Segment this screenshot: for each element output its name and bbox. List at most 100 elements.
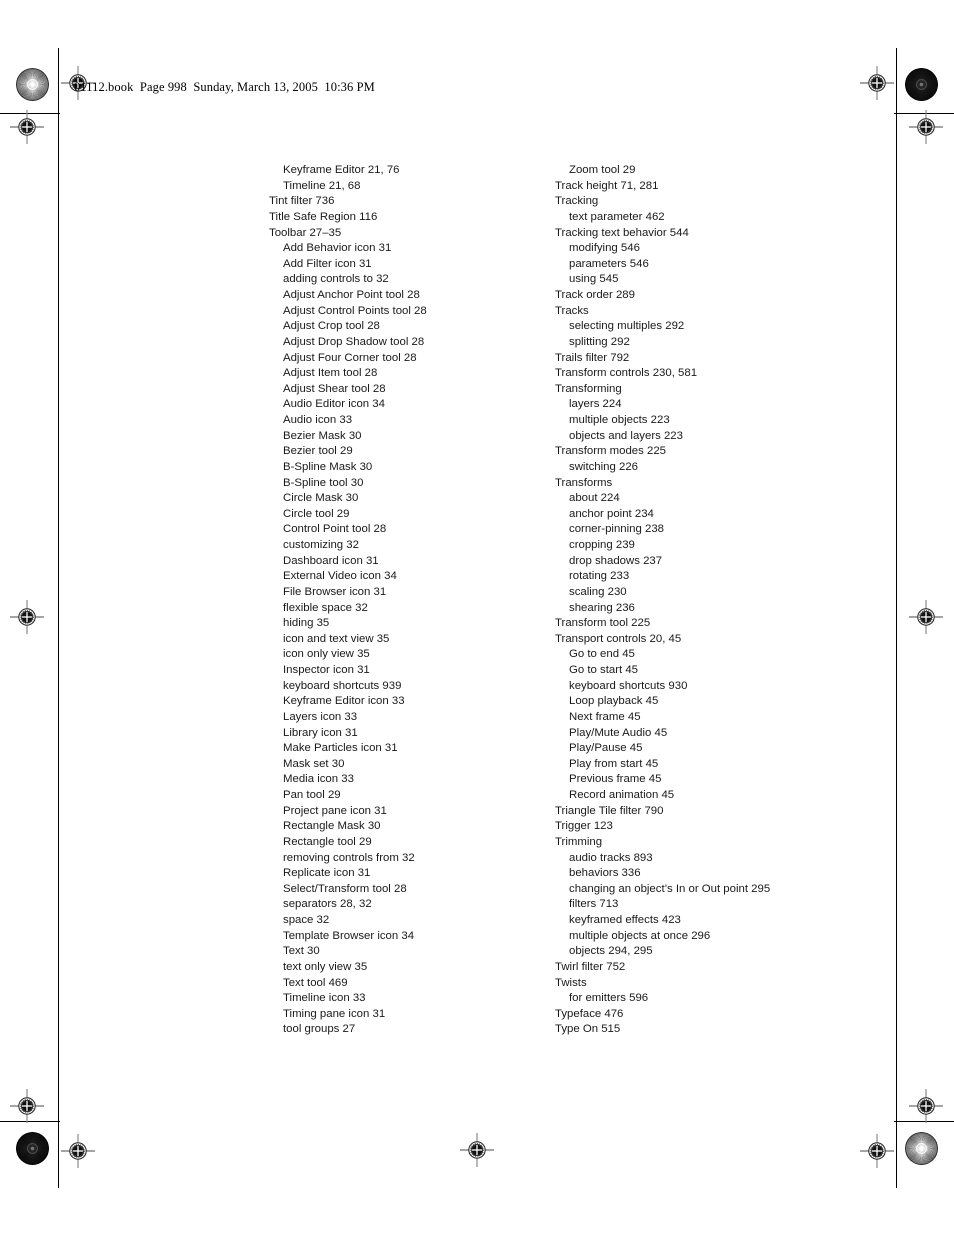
index-entry: Timing pane icon 31	[283, 1007, 386, 1020]
reg-top-left-outer	[10, 110, 44, 144]
index-entry: Go to end 45	[569, 648, 635, 661]
rosette-bottom-left	[16, 1132, 49, 1165]
reg-bottom-center	[460, 1133, 494, 1167]
index-entry: Add Filter icon 31	[283, 257, 372, 270]
reg-mid-right	[909, 600, 943, 634]
index-entry: scaling 230	[569, 585, 627, 598]
index-entry: Record animation 45	[569, 789, 675, 801]
index-entry: Transforming	[555, 382, 622, 395]
index-entry: Keyframe Editor 21, 76	[283, 164, 400, 176]
index-entry: Bezier Mask 30	[283, 429, 362, 442]
index-entry: Transform modes 225	[555, 445, 666, 458]
index-entry: Circle Mask 30	[283, 492, 359, 505]
reg-bottom-left-inner	[61, 1134, 95, 1168]
index-entry: Track order 289	[555, 289, 635, 301]
reg-mid-left	[10, 600, 44, 634]
index-entry: Play/Pause 45	[569, 742, 643, 755]
index-entry: Triangle Tile filter 790	[555, 804, 664, 817]
index-entry: Pan tool 29	[283, 789, 341, 801]
index-entry: customizing 32	[283, 539, 359, 551]
index-entry: Trigger 123	[555, 820, 613, 833]
index-entry: for emitters 596	[569, 992, 649, 1005]
index-entry: Keyframe Editor icon 33	[283, 695, 405, 708]
index-entry: Zoom tool 29	[569, 164, 636, 176]
index-entry: Rectangle Mask 30	[283, 820, 381, 833]
index-entry: File Browser icon 31	[283, 585, 387, 598]
index-entry: Title Safe Region 116	[269, 210, 378, 223]
index-entry: behaviors 336	[569, 867, 641, 880]
index-entry: Audio icon 33	[283, 414, 353, 426]
index-entry: Inspector icon 31	[283, 664, 370, 676]
index-entry: cropping 239	[569, 539, 635, 551]
index-entry: Tracking text behavior 544	[555, 226, 689, 239]
reg-top-right-outer	[909, 110, 943, 144]
index-entry: Transform tool 225	[555, 617, 651, 630]
index-entry: selecting multiples 292	[569, 320, 685, 333]
index-entry: keyframed effects 423	[569, 914, 681, 926]
crop-top-left-h	[0, 113, 60, 114]
index-entry: objects 294, 295	[569, 945, 653, 958]
index-entry: Mask set 30	[283, 757, 345, 770]
rosette-bottom-right	[905, 1132, 938, 1165]
reg-bottom-left-outer	[10, 1089, 44, 1123]
index-entry: text parameter 462	[569, 210, 665, 223]
index-entry: Adjust Four Corner tool 28	[283, 351, 417, 364]
index-entry: Circle tool 29	[283, 507, 350, 520]
index-entry: Twists	[555, 976, 587, 989]
reg-bottom-right-outer	[909, 1089, 943, 1123]
index-entry: removing controls from 32	[283, 851, 415, 864]
index-entry: Loop playback 45	[569, 695, 659, 708]
index-entry: Trails filter 792	[555, 351, 630, 364]
index-entry: icon and text view 35	[283, 632, 390, 645]
index-entry: corner-pinning 238	[569, 523, 664, 536]
index-entry: about 224	[569, 492, 620, 505]
index-entry: anchor point 234	[569, 507, 654, 520]
index-entry: Adjust Control Points tool 28	[283, 304, 427, 317]
index-entry: Typeface 476	[555, 1007, 624, 1020]
index-entry: rotating 233	[569, 570, 630, 583]
rule-right-v	[896, 48, 897, 1188]
index-entry: Toolbar 27–35	[269, 226, 342, 239]
index-entry: Timeline 21, 68	[283, 179, 361, 192]
index-entry: Trimming	[555, 835, 603, 848]
index-entry: Dashboard icon 31	[283, 554, 379, 567]
index-entry: B-Spline tool 30	[283, 476, 364, 489]
index-entry: Tracking	[555, 195, 599, 208]
index-entry: Tint filter 736	[269, 195, 335, 208]
index-entry: drop shadows 237	[569, 554, 663, 567]
page-header-text: 01112.book Page 998 Sunday, March 13, 20…	[74, 80, 375, 94]
index-entry: Media icon 33	[283, 773, 354, 786]
index-entry: splitting 292	[569, 335, 630, 348]
index-entry: Control Point tool 28	[283, 523, 387, 536]
reg-top-right-inner	[860, 66, 894, 100]
index-entry: Template Browser icon 34	[283, 929, 415, 942]
index-entry: switching 226	[569, 460, 639, 473]
index-entry: Twirl filter 752	[555, 960, 626, 973]
index-entry: using 545	[569, 273, 619, 286]
index-entry: layers 224	[569, 398, 622, 411]
index-entry: Adjust Drop Shadow tool 28	[283, 335, 425, 348]
index-entry: Bezier tool 29	[283, 445, 353, 458]
index-column-right: Zoom tool 29 Track height 71, 281 Tracking…	[555, 163, 845, 1038]
index-entry: text only view 35	[283, 960, 368, 973]
index-entry: Previous frame 45	[569, 773, 662, 786]
index-entry: Adjust Shear tool 28	[283, 382, 386, 395]
index-entry: Text tool 469	[283, 976, 348, 989]
index-entry: space 32	[283, 914, 330, 926]
index-entry: Project pane icon 31	[283, 804, 387, 817]
index-entry: Layers icon 33	[283, 710, 358, 723]
index-entry: filters 713	[569, 898, 619, 911]
index-entry: icon only view 35	[283, 648, 370, 661]
index-entry: keyboard shortcuts 939	[283, 679, 402, 692]
index-entry: Type On 515	[555, 1023, 621, 1036]
index-entry: Adjust Item tool 28	[283, 367, 378, 380]
index-entry: Select/Transform tool 28	[283, 882, 407, 895]
index-entry: separators 28, 32	[283, 898, 372, 911]
index-entry: keyboard shortcuts 930	[569, 679, 688, 692]
index-entry: B-Spline Mask 30	[283, 460, 373, 473]
rule-left-v	[58, 48, 59, 1188]
index-entry: Adjust Crop tool 28	[283, 320, 380, 333]
index-entry: Go to start 45	[569, 664, 639, 676]
index-entry: multiple objects at once 296	[569, 929, 711, 942]
index-entry: External Video icon 34	[283, 570, 397, 583]
